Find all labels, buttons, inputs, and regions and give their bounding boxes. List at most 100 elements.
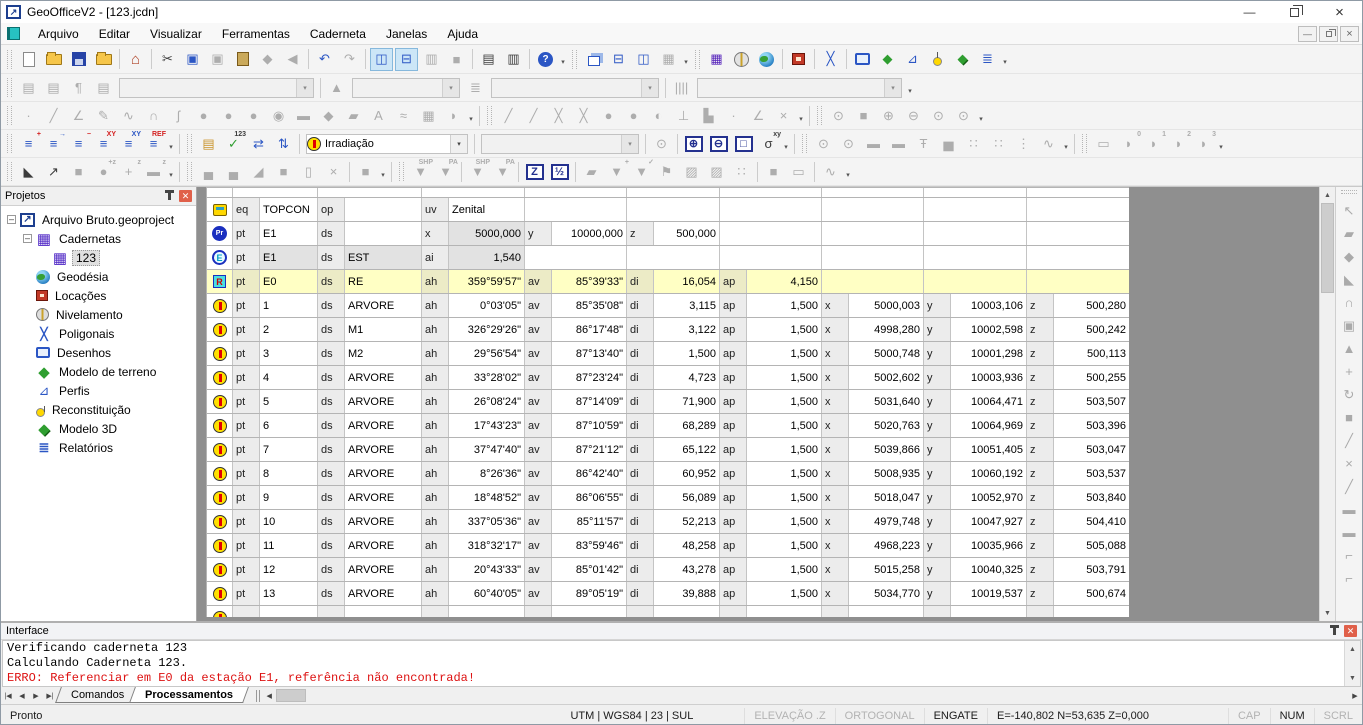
model-3d-icon[interactable]: ◆ (951, 48, 974, 71)
shp-import-disabled-icon[interactable]: ▼SHP (466, 160, 489, 183)
check-123-icon[interactable]: ✓123 (222, 132, 245, 155)
tree-item-cadernetas[interactable]: –▦Cadernetas (3, 229, 194, 248)
point-disabled-icon[interactable]: · (17, 104, 40, 127)
toolbar-overflow-icon[interactable]: ▾ (976, 106, 986, 126)
field-value[interactable]: 1,500 (747, 414, 822, 437)
reconstitution-icon[interactable] (926, 48, 949, 71)
mdi-close-button[interactable]: × (1340, 26, 1359, 42)
scroll-thumb[interactable] (276, 689, 306, 702)
field-value[interactable]: ARVORE (345, 534, 422, 557)
field-value[interactable] (849, 606, 924, 617)
field-value[interactable]: ARVORE (345, 438, 422, 461)
reports-icon[interactable]: ≣ (976, 48, 999, 71)
polyline-disabled-icon[interactable]: ∠ (67, 104, 90, 127)
chevron-down-icon[interactable]: ▾ (296, 79, 313, 97)
toolbar-overflow-icon[interactable]: ▾ (378, 162, 388, 182)
interface-close-icon[interactable]: ✕ (1344, 625, 1357, 637)
zoom-window-disabled-icon[interactable]: ■ (852, 104, 875, 127)
field-value[interactable]: 10051,405 (951, 438, 1027, 461)
field-value[interactable]: E0 (260, 270, 318, 293)
field-value[interactable]: 503,396 (1054, 414, 1129, 437)
field-value[interactable]: 60,952 (654, 462, 720, 485)
field-value[interactable]: 7 (260, 438, 318, 461)
close-button[interactable]: × (1317, 1, 1362, 23)
tab-next-icon[interactable]: ▶ (29, 687, 43, 704)
field-value[interactable]: 4,150 (747, 270, 822, 293)
chamfer-disabled-icon[interactable]: ⌐ (1338, 567, 1360, 590)
field-value[interactable]: 10052,970 (951, 486, 1027, 509)
field-value[interactable]: 86°42'40" (552, 462, 627, 485)
status-scroll-lock[interactable]: SCRL (1314, 708, 1362, 724)
field-value[interactable]: M1 (345, 318, 422, 341)
circle-2-disabled-icon[interactable]: ● (217, 104, 240, 127)
field-value[interactable]: 10060,192 (951, 462, 1027, 485)
toolbar-overflow-icon[interactable]: ▾ (843, 162, 853, 182)
field-value[interactable]: 1,500 (747, 318, 822, 341)
mdi-restore-button[interactable] (1319, 26, 1338, 42)
terrain-point-disabled-icon[interactable]: ◆ (1338, 245, 1360, 268)
field-value[interactable]: 86°06'55" (552, 486, 627, 509)
status-orthogonal-toggle[interactable]: ORTOGONAL (835, 708, 924, 724)
field-value[interactable]: Zenital (449, 198, 525, 221)
toolbar-drag-handle[interactable] (7, 106, 12, 125)
toolbar-drag-handle[interactable] (7, 78, 12, 97)
box-disabled-icon[interactable]: ■ (67, 160, 90, 183)
tree-item-nivelamento[interactable]: Nivelamento (3, 305, 194, 324)
field-value[interactable]: 87°23'24" (552, 366, 627, 389)
field-value[interactable] (1054, 606, 1129, 617)
field-value[interactable]: 89°05'19" (552, 582, 627, 605)
field-value[interactable]: 83°59'46" (552, 534, 627, 557)
cascade-windows-icon[interactable] (582, 48, 605, 71)
zoom-out-disabled-icon[interactable]: ⊖ (902, 104, 925, 127)
tree-expander-icon[interactable]: – (23, 234, 32, 243)
snap-end-disabled-icon[interactable]: ╱ (497, 104, 520, 127)
field-value[interactable]: RE (345, 270, 422, 293)
field-value[interactable] (345, 606, 422, 617)
fill-square-disabled-icon[interactable]: ■ (1338, 406, 1360, 429)
undo-icon[interactable]: ↶ (313, 48, 336, 71)
field-value[interactable]: 65,122 (654, 438, 720, 461)
tree-item-perfis[interactable]: ⊿Perfis (3, 381, 194, 400)
field-value[interactable] (951, 606, 1027, 617)
menu-editar[interactable]: Editar (89, 27, 140, 41)
field-value[interactable]: 85°39'33" (552, 270, 627, 293)
field-value[interactable]: 10064,969 (951, 414, 1027, 437)
field-value[interactable]: 5020,763 (849, 414, 924, 437)
surface-disabled-icon[interactable]: ▲ (325, 76, 348, 99)
field-value[interactable]: 85°01'42" (552, 558, 627, 581)
block-b-disabled-icon[interactable]: ▬ (1338, 521, 1360, 544)
z-dash-disabled-icon[interactable]: ▬z (142, 160, 165, 183)
globe-icon[interactable] (755, 48, 778, 71)
fillet-disabled-icon[interactable]: ⌐ (1338, 544, 1360, 567)
toolbar-overflow-icon[interactable]: ▾ (166, 162, 176, 182)
field-value[interactable]: 3,122 (654, 318, 720, 341)
zoom-extents-disabled-icon[interactable]: ⊙ (927, 104, 950, 127)
field-value[interactable]: 87°13'40" (552, 342, 627, 365)
field-value[interactable] (345, 222, 422, 245)
disabled-combobox[interactable]: ▾ (697, 78, 902, 98)
sheet-front-disabled-icon[interactable]: ▤ (42, 76, 65, 99)
copy-icon[interactable]: ▣ (181, 48, 204, 71)
field-value[interactable]: 20°43'33" (449, 558, 525, 581)
field-value[interactable]: 87°14'09" (552, 390, 627, 413)
field-value[interactable]: 503,047 (1054, 438, 1129, 461)
add-row-icon[interactable]: ≡+ (17, 132, 40, 155)
cross-segment-disabled-icon[interactable]: × (1338, 452, 1360, 475)
z-point-disabled-icon[interactable]: ●+z (92, 160, 115, 183)
mdi-minimize-button[interactable]: — (1298, 26, 1317, 42)
field-value[interactable]: ARVORE (345, 558, 422, 581)
wave-disabled-icon[interactable]: ≈ (392, 104, 415, 127)
field-value[interactable]: 4,723 (654, 366, 720, 389)
geodesia-sphere-icon[interactable] (730, 48, 753, 71)
field-value[interactable]: 500,280 (1054, 294, 1129, 317)
tree-item-geodesia[interactable]: Geodésia (3, 267, 194, 286)
tree-item-123[interactable]: ▦123 (3, 248, 194, 267)
field-value[interactable]: 10 (260, 510, 318, 533)
ramp-disabled-icon[interactable]: ◢ (247, 160, 270, 183)
field-value[interactable]: 337°05'36" (449, 510, 525, 533)
delete-row-icon[interactable]: ≡− (67, 132, 90, 155)
save-icon[interactable] (67, 48, 90, 71)
field-value[interactable]: 1,500 (747, 558, 822, 581)
field-value[interactable]: 85°35'08" (552, 294, 627, 317)
field-value[interactable]: 359°59'57" (449, 270, 525, 293)
